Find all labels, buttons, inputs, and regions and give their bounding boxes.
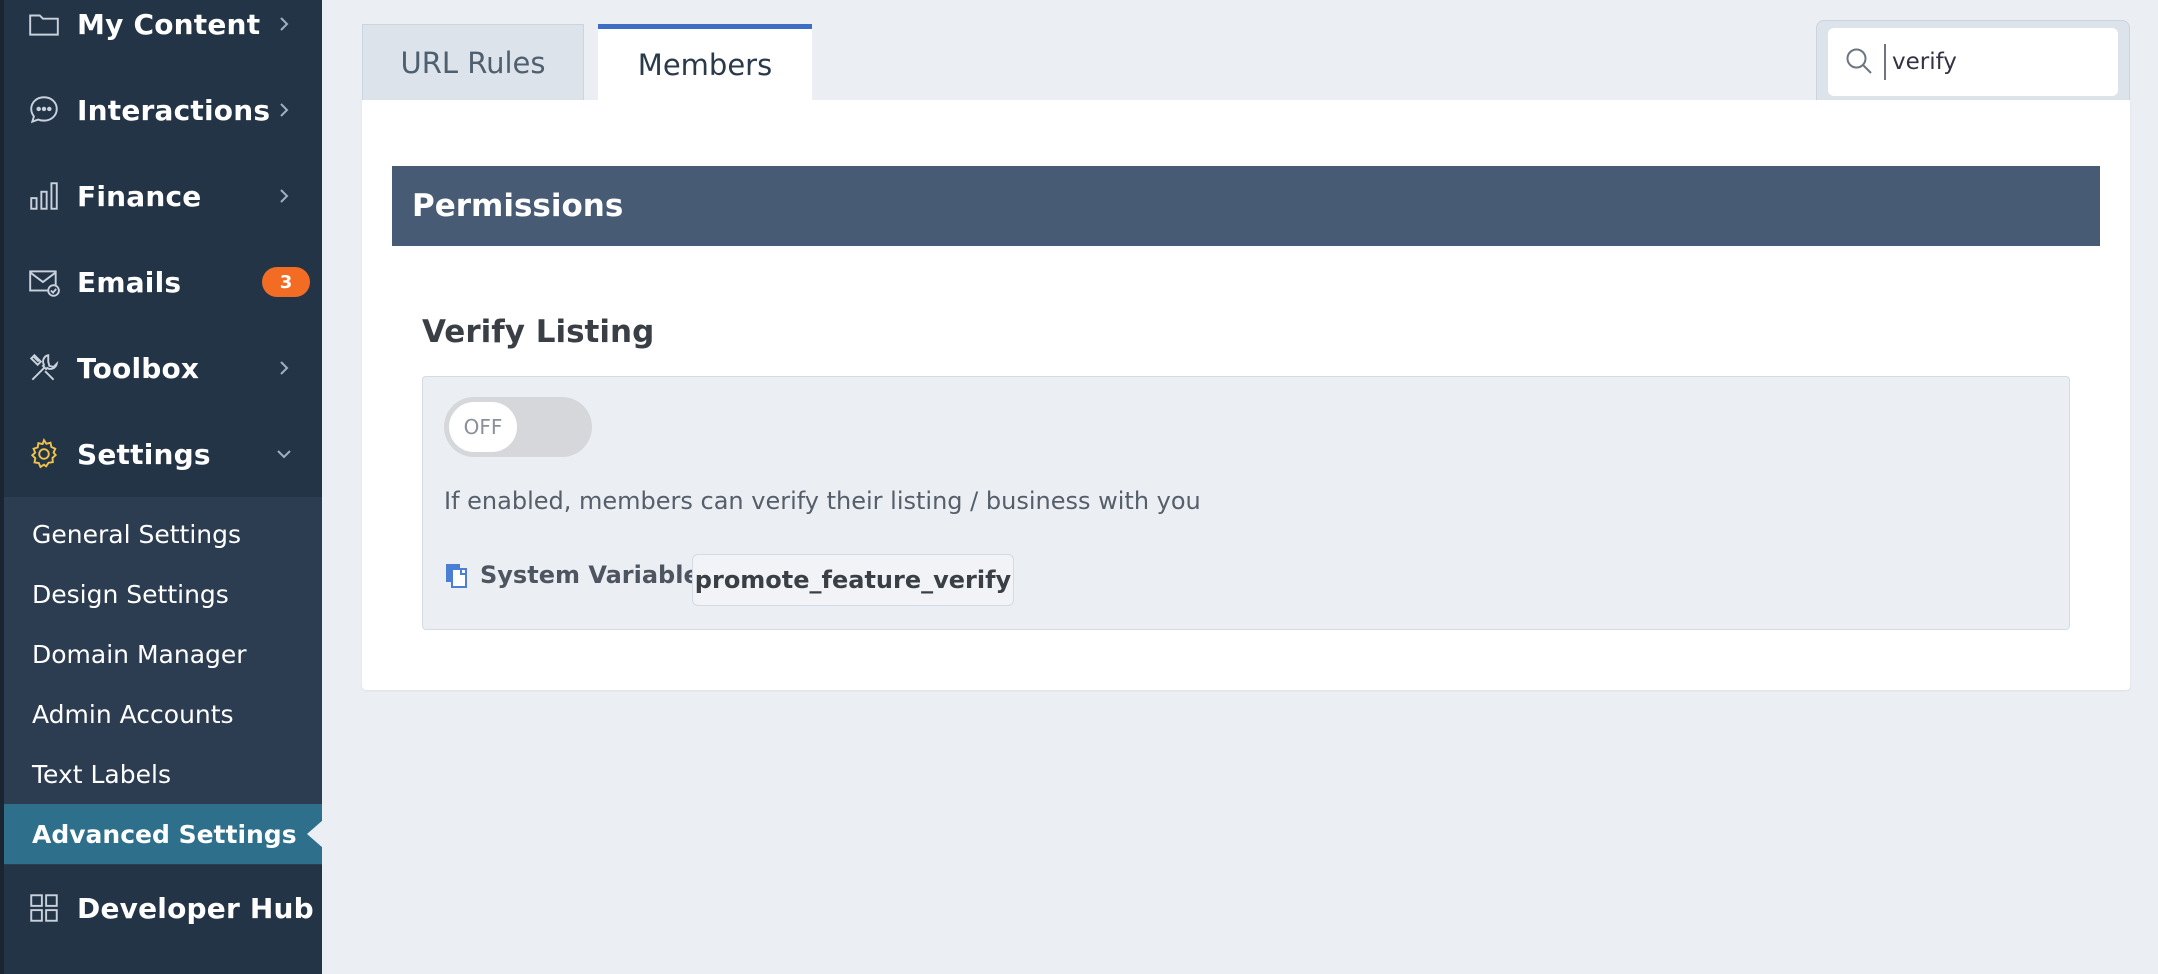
- chevron-right-icon: [274, 186, 294, 206]
- section-header: Permissions: [392, 166, 2100, 246]
- grid-icon: [26, 890, 62, 926]
- chevron-right-icon: [274, 14, 294, 34]
- email-icon: [26, 264, 62, 300]
- sidebar-item-label: Developer Hub: [77, 891, 314, 925]
- sidebar-item-my-content[interactable]: My Content: [4, 0, 322, 67]
- settings-submenu: General Settings Design Settings Domain …: [4, 497, 323, 865]
- setting-help-text: If enabled, members can verify their lis…: [444, 487, 1201, 515]
- sidebar-item-label: Interactions: [77, 93, 271, 127]
- chevron-down-icon: [274, 444, 294, 464]
- gear-icon: [26, 436, 62, 472]
- search-icon: [1844, 46, 1874, 76]
- bar-chart-icon: [26, 178, 62, 214]
- sidebar-item-developer-hub[interactable]: Developer Hub: [4, 865, 322, 951]
- submenu-item-label: Admin Accounts: [32, 699, 234, 729]
- system-variable-value[interactable]: promote_feature_verify: [692, 554, 1014, 606]
- submenu-item-label: Text Labels: [32, 759, 171, 789]
- sidebar-item-finance[interactable]: Finance: [4, 153, 322, 239]
- submenu-item-label: Advanced Settings: [32, 819, 297, 849]
- search-input[interactable]: [1892, 42, 2102, 82]
- toggle-state-label: OFF: [463, 415, 503, 439]
- sidebar-item-interactions[interactable]: Interactions: [4, 67, 322, 153]
- submenu-item-label: Design Settings: [32, 579, 229, 609]
- text-cursor: [1884, 44, 1886, 80]
- chevron-right-icon: [274, 100, 294, 120]
- sidebar-item-emails[interactable]: Emails 3: [4, 239, 322, 325]
- submenu-item-design-settings[interactable]: Design Settings: [4, 564, 322, 624]
- submenu-item-domain-manager[interactable]: Domain Manager: [4, 624, 322, 684]
- toggle-knob: OFF: [449, 402, 517, 452]
- chat-icon: [26, 92, 62, 128]
- submenu-item-general-settings[interactable]: General Settings: [4, 504, 322, 564]
- system-variable-label: System Variable: [480, 561, 700, 589]
- copy-icon[interactable]: [444, 560, 470, 590]
- submenu-item-admin-accounts[interactable]: Admin Accounts: [4, 684, 322, 744]
- sidebar-item-label: Settings: [77, 437, 211, 471]
- system-variable-row: System Variable: [444, 560, 700, 590]
- tab-url-rules[interactable]: URL Rules: [362, 24, 584, 100]
- section-header-title: Permissions: [412, 188, 624, 224]
- chevron-right-icon: [274, 358, 294, 378]
- active-indicator: [307, 820, 323, 848]
- folder-icon: [26, 6, 62, 42]
- tab-members[interactable]: Members: [598, 24, 812, 100]
- sidebar-item-label: Finance: [77, 179, 202, 213]
- tools-icon: [26, 350, 62, 386]
- setting-title: Verify Listing: [422, 314, 655, 350]
- search-box[interactable]: [1828, 28, 2118, 96]
- submenu-item-advanced-settings[interactable]: Advanced Settings: [4, 804, 323, 864]
- submenu-item-label: Domain Manager: [32, 639, 247, 669]
- sidebar: My Content Interactions Finance Emails 3: [0, 0, 323, 974]
- sidebar-item-label: My Content: [77, 7, 261, 41]
- email-count-badge: 3: [262, 267, 310, 297]
- submenu-item-text-labels[interactable]: Text Labels: [4, 744, 322, 804]
- sidebar-item-label: Emails: [77, 265, 182, 299]
- verify-listing-toggle[interactable]: OFF: [444, 397, 592, 457]
- sidebar-item-settings[interactable]: Settings: [4, 411, 322, 497]
- sidebar-item-toolbox[interactable]: Toolbox: [4, 325, 322, 411]
- sidebar-item-label: Toolbox: [77, 351, 200, 385]
- submenu-item-label: General Settings: [32, 519, 242, 549]
